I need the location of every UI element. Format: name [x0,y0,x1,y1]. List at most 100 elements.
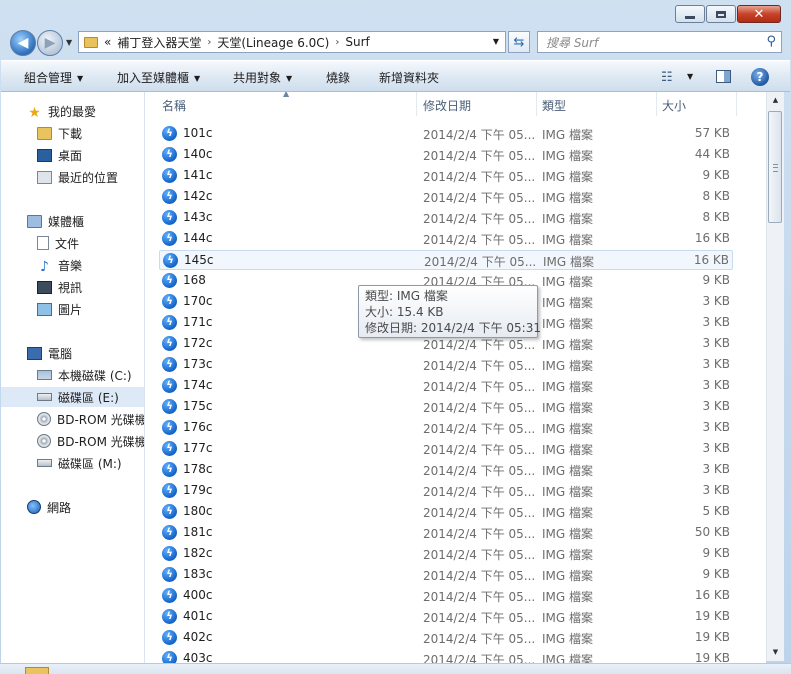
nav-downloads[interactable]: 下載 [1,123,144,143]
minimize-button[interactable] [675,5,705,23]
nav-drive-e[interactable]: 磁碟區 (E:) [1,387,144,407]
nav-bd-rom-2[interactable]: BD-ROM 光碟機 [1,431,145,451]
file-row[interactable]: ϟ 178c 2014/2/4 下午 05... IMG 檔案 3 KB [159,460,733,480]
nav-label: 桌面 [58,148,83,163]
file-row[interactable]: ϟ 180c 2014/2/4 下午 05... IMG 檔案 5 KB [159,502,733,522]
lightning-file-icon: ϟ [162,504,177,519]
file-date: 2014/2/4 下午 05... [423,401,536,415]
share-button[interactable]: 共用對象 ▼ [233,69,292,86]
nav-videos[interactable]: 視訊 [1,277,144,297]
file-type: IMG 檔案 [542,464,594,478]
file-list: 名稱 ▲ 修改日期 類型 大小 ϟ 101c 2014/2/4 下午 05... IM… [145,92,766,673]
new-folder-button[interactable]: 新增資料夾 [379,69,439,86]
add-to-library-button[interactable]: 加入至媒體櫃 ▼ [117,69,200,86]
nav-pictures[interactable]: 圖片 [1,299,144,319]
file-name: 181c [183,525,213,539]
nav-label: BD-ROM 光碟機 [57,434,145,449]
maximize-button[interactable] [706,5,736,23]
file-size: 3 KB [702,441,730,455]
nav-favorites[interactable]: ★ 我的最愛 [1,101,144,121]
file-type: IMG 檔案 [542,443,594,457]
file-size: 3 KB [702,336,730,350]
file-row[interactable]: ϟ 181c 2014/2/4 下午 05... IMG 檔案 50 KB [159,523,733,543]
file-row[interactable]: ϟ 177c 2014/2/4 下午 05... IMG 檔案 3 KB [159,439,733,459]
close-icon: ✕ [753,6,765,22]
recent-pages-dropdown[interactable]: ▼ [66,38,72,47]
file-row[interactable]: ϟ 182c 2014/2/4 下午 05... IMG 檔案 9 KB [159,544,733,564]
column-divider[interactable] [656,92,657,116]
nav-bd-rom-1[interactable]: BD-ROM 光碟機 [1,409,144,429]
forward-button[interactable]: ▶ [37,30,63,56]
file-row[interactable]: ϟ 144c 2014/2/4 下午 05... IMG 檔案 16 KB [159,229,733,249]
file-row[interactable]: ϟ 401c 2014/2/4 下午 05... IMG 檔案 19 KB [159,607,733,627]
column-header-name[interactable]: 名稱 [162,97,186,114]
address-bar[interactable]: « 補丁登入器天堂 › 天堂(Lineage 6.0C) › Surf ▼ [78,31,506,53]
breadcrumb-segment[interactable]: Surf [345,35,369,49]
file-row[interactable]: ϟ 173c 2014/2/4 下午 05... IMG 檔案 3 KB [159,355,733,375]
column-divider[interactable] [736,92,737,116]
scroll-up-icon[interactable]: ▲ [767,92,784,109]
address-dropdown-icon[interactable]: ▼ [493,37,499,46]
file-row[interactable]: ϟ 101c 2014/2/4 下午 05... IMG 檔案 57 KB [159,124,733,144]
file-size: 3 KB [702,378,730,392]
nav-recent[interactable]: 最近的位置 [1,167,144,187]
file-row[interactable]: ϟ 183c 2014/2/4 下午 05... IMG 檔案 9 KB [159,565,733,585]
scroll-down-icon[interactable]: ▼ [767,644,784,661]
breadcrumb-overflow[interactable]: « [104,35,111,49]
nav-libraries[interactable]: 媒體櫃 [1,211,144,231]
organize-button[interactable]: 組合管理 ▼ [24,69,83,86]
breadcrumb-segment[interactable]: 天堂(Lineage 6.0C) [217,34,329,51]
column-header-date[interactable]: 修改日期 [423,97,471,114]
lightning-file-icon: ϟ [162,588,177,603]
view-dropdown-icon[interactable]: ▼ [687,72,693,81]
file-row[interactable]: ϟ 176c 2014/2/4 下午 05... IMG 檔案 3 KB [159,418,733,438]
nav-music[interactable]: ♪ 音樂 [1,255,144,275]
column-header-type[interactable]: 類型 [542,97,566,114]
nav-desktop[interactable]: 桌面 [1,145,144,165]
file-row[interactable]: ϟ 175c 2014/2/4 下午 05... IMG 檔案 3 KB [159,397,733,417]
help-icon[interactable]: ? [751,68,769,86]
star-icon: ★ [28,104,41,121]
search-icon[interactable]: ⚲ [766,34,776,49]
column-divider[interactable] [536,92,537,116]
file-row[interactable]: ϟ 143c 2014/2/4 下午 05... IMG 檔案 8 KB [159,208,733,228]
nav-label: 本機磁碟 (C:) [58,368,132,383]
file-date: 2014/2/4 下午 05... [423,212,536,226]
breadcrumb-separator-icon[interactable]: › [335,37,339,48]
file-row[interactable]: ϟ 174c 2014/2/4 下午 05... IMG 檔案 3 KB [159,376,733,396]
nav-network[interactable]: 網路 [1,497,144,517]
refresh-button[interactable]: ⇆ [508,31,530,53]
file-row[interactable]: ϟ 400c 2014/2/4 下午 05... IMG 檔案 16 KB [159,586,733,606]
column-divider[interactable] [416,92,417,116]
file-row[interactable]: ϟ 142c 2014/2/4 下午 05... IMG 檔案 8 KB [159,187,733,207]
lightning-file-icon: ϟ [162,168,177,183]
lightning-file-icon: ϟ [162,273,177,288]
nav-drive-c[interactable]: 本機磁碟 (C:) [1,365,144,385]
nav-documents[interactable]: 文件 [1,233,144,253]
column-header-size[interactable]: 大小 [662,97,686,114]
file-row[interactable]: ϟ 141c 2014/2/4 下午 05... IMG 檔案 9 KB [159,166,733,186]
breadcrumb-segment[interactable]: 補丁登入器天堂 [117,34,201,51]
view-options-icon[interactable]: ☷ [661,70,673,85]
vertical-scrollbar[interactable]: ▲ ▼ [766,92,784,661]
file-name: 174c [183,378,213,392]
preview-pane-icon[interactable] [716,70,731,83]
nav-drive-m[interactable]: 磁碟區 (M:) [1,453,144,473]
disc-icon [37,412,51,426]
file-name: 183c [183,567,213,581]
burn-button[interactable]: 燒錄 [326,69,350,86]
file-row[interactable]: ϟ 140c 2014/2/4 下午 05... IMG 檔案 44 KB [159,145,733,165]
file-type: IMG 檔案 [542,191,594,205]
breadcrumb-separator-icon[interactable]: › [207,37,211,48]
file-row[interactable]: ϟ 402c 2014/2/4 下午 05... IMG 檔案 19 KB [159,628,733,648]
file-date: 2014/2/4 下午 05... [423,632,536,646]
file-name: 179c [183,483,213,497]
back-button[interactable]: ◀ [10,30,36,56]
scroll-thumb[interactable] [768,111,782,223]
file-row[interactable]: ϟ 179c 2014/2/4 下午 05... IMG 檔案 3 KB [159,481,733,501]
nav-computer[interactable]: 電腦 [1,343,144,363]
close-button[interactable]: ✕ [737,5,781,23]
file-size: 50 KB [694,525,730,539]
file-row[interactable]: ϟ 145c 2014/2/4 下午 05... IMG 檔案 16 KB [159,250,733,270]
search-input[interactable]: 搜尋 Surf ⚲ [537,31,782,53]
